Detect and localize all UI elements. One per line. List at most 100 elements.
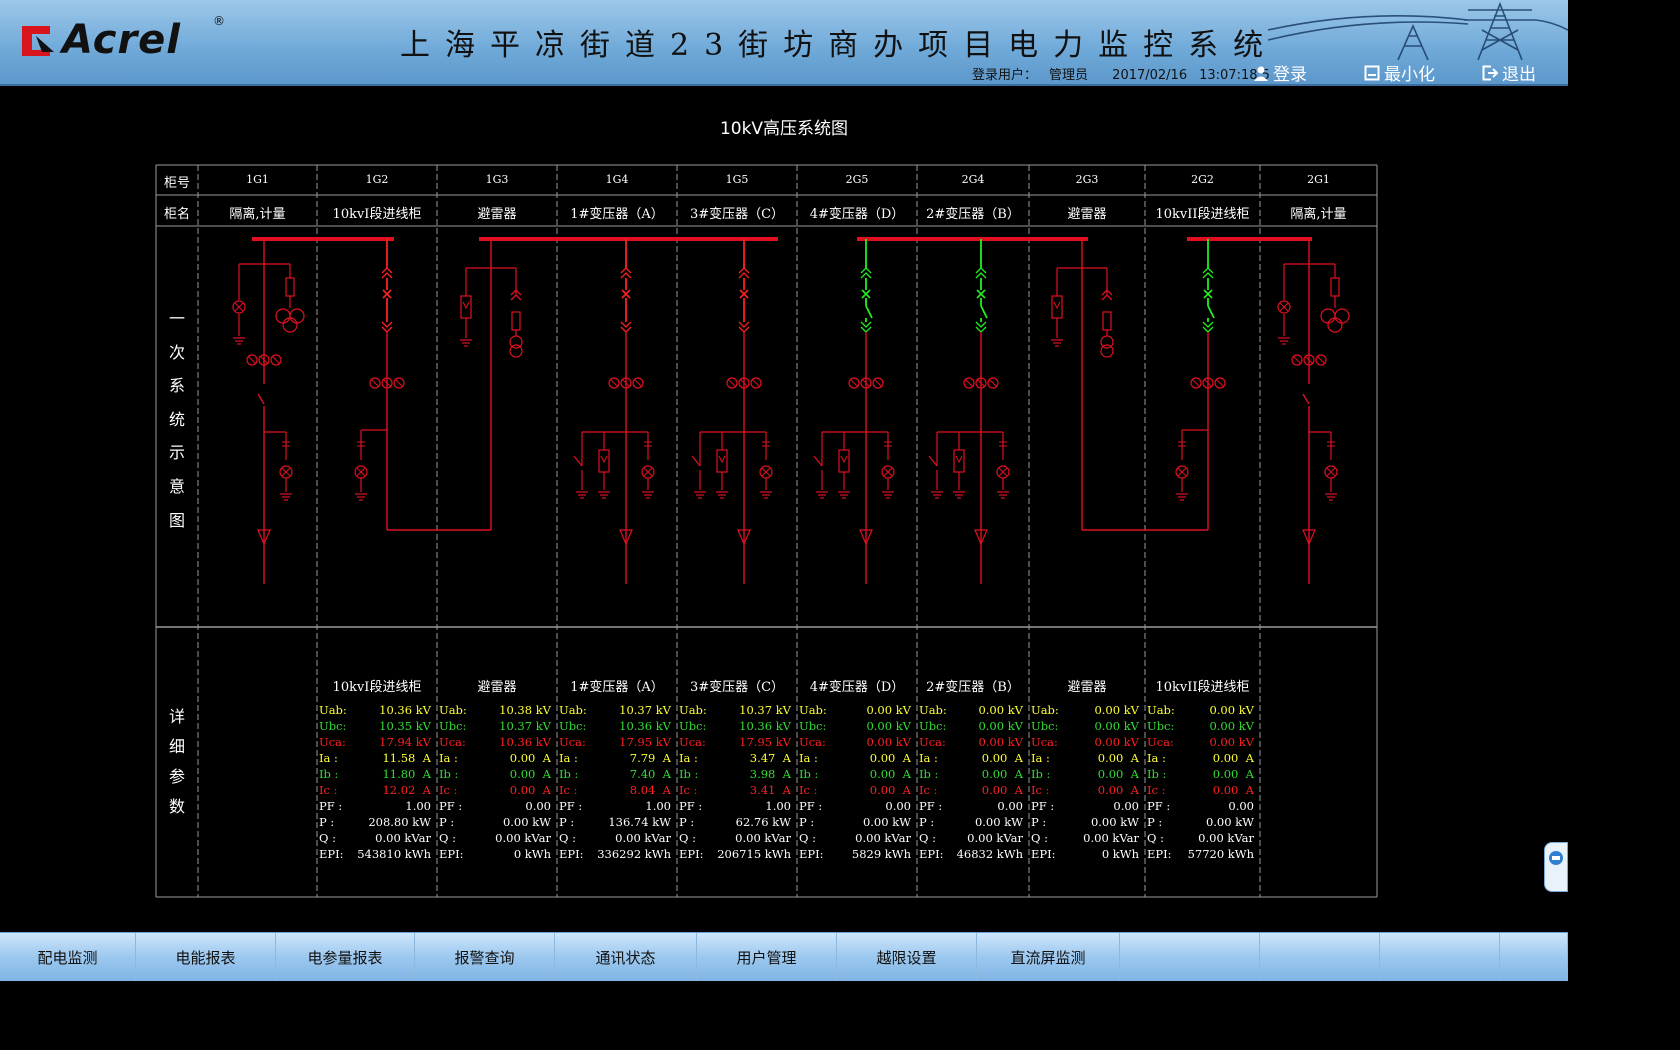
cabinet-id: 1G3 <box>485 173 509 186</box>
param-row: Q : 0.00 kVar <box>679 830 791 846</box>
nav-empty-slot <box>1380 933 1500 981</box>
voltage-transformer-symbol <box>275 308 291 324</box>
breaker-symbol <box>621 289 631 299</box>
surge-arrester-mark <box>955 455 963 464</box>
param-row: Uab: 10.38 kV <box>439 702 551 718</box>
param-block-title: 3#变压器（C） <box>689 680 785 695</box>
one-line-section-label: 一次系统示意图 <box>168 302 186 537</box>
fuse-symbol <box>285 277 295 297</box>
param-row: Ia : 0.00 A <box>799 750 911 766</box>
param-label: P : <box>439 815 455 829</box>
param-label: Uca: <box>559 735 586 749</box>
param-row: Ic : 8.04 A <box>559 782 671 798</box>
ct-mark <box>1316 355 1326 365</box>
nav-button-label: 直流屏监测 <box>1010 948 1086 967</box>
param-label: PF : <box>1031 799 1055 813</box>
param-value: 0.00 kV <box>1209 703 1254 717</box>
param-label: PF : <box>799 799 823 813</box>
cabinet-name: 10kvI段进线柜 <box>332 207 422 222</box>
param-row: EPI: 5829 kWh <box>799 846 911 862</box>
param-block-title: 2#变压器（B） <box>926 680 1020 695</box>
param-value: 0.00 kW <box>1090 815 1139 829</box>
nav-button[interactable]: 越限设置 <box>837 933 977 981</box>
param-label: Uab: <box>439 703 467 717</box>
param-value: 10.38 kV <box>499 703 551 717</box>
nav-empty-slot <box>1500 933 1568 981</box>
param-label: Ib : <box>919 767 939 781</box>
nav-button[interactable]: 通讯状态 <box>555 933 697 981</box>
param-label: Q : <box>439 831 456 845</box>
cabinet-name: 4#变压器（D） <box>809 207 905 222</box>
param-value: 0.00 A <box>869 751 911 765</box>
earth-switch-blade <box>691 455 701 467</box>
section-char: 示 <box>168 443 185 463</box>
param-value: 0.00 kV <box>978 719 1023 733</box>
param-value: 0.00 <box>1113 799 1139 813</box>
param-row: Uab: 0.00 kV <box>1031 702 1139 718</box>
nav-button-label: 通讯状态 <box>595 948 656 967</box>
param-row: Ic : 0.00 A <box>919 782 1023 798</box>
param-label: Ib : <box>679 767 699 781</box>
param-row: EPI: 543810 kWh <box>319 846 431 862</box>
plug-in-contact-symbol <box>381 267 393 279</box>
param-label: Q : <box>679 831 696 845</box>
param-row: Ubc: 0.00 kV <box>919 718 1023 734</box>
param-value: 0.00 A <box>1212 767 1254 781</box>
cabinet-name: 隔离,计量 <box>229 207 286 222</box>
plug-in-contact-symbol <box>1202 267 1214 279</box>
param-block-title: 10kvI段进线柜 <box>332 680 422 695</box>
ct-mark <box>988 378 998 388</box>
param-block: Uab: 10.37 kV Ubc: 10.36 kV Uca: 17.95 kV Ia :… <box>559 702 671 862</box>
ct-mark <box>1292 355 1302 365</box>
param-label: Q : <box>559 831 576 845</box>
nav-button[interactable]: 配电监测 <box>0 933 136 981</box>
param-row: Ib : 0.00 A <box>1147 766 1254 782</box>
param-label: Ic : <box>919 783 938 797</box>
param-value: 10.36 kV <box>619 719 671 733</box>
param-row: P : 0.00 kW <box>439 814 551 830</box>
row-label-cabinet-id: 柜号 <box>163 176 190 191</box>
param-row: Uab: 0.00 kV <box>799 702 911 718</box>
chat-side-tab[interactable] <box>1544 842 1568 892</box>
param-value: 62.76 kW <box>735 815 791 829</box>
param-label: Q : <box>799 831 816 845</box>
cabinet-id: 2G5 <box>845 173 869 186</box>
ct-mark <box>247 355 257 365</box>
param-label: Ia : <box>1147 751 1166 765</box>
param-block-title: 10kvII段进线柜 <box>1155 680 1250 695</box>
nav-button[interactable]: 直流屏监测 <box>977 933 1120 981</box>
detail-section-label: 详细参数 <box>168 702 186 822</box>
param-value: 0.00 kV <box>978 735 1023 749</box>
param-row: Ic : 3.41 A <box>679 782 791 798</box>
param-label: Uab: <box>319 703 347 717</box>
nav-button[interactable]: 用户管理 <box>697 933 837 981</box>
param-label: PF : <box>559 799 583 813</box>
param-value: 0.00 A <box>869 767 911 781</box>
nav-button[interactable]: 报警查询 <box>415 933 555 981</box>
nav-button[interactable]: 电能报表 <box>136 933 276 981</box>
param-row: PF : 1.00 <box>679 798 791 814</box>
param-label: Uca: <box>319 735 346 749</box>
param-value: 0.00 A <box>1097 783 1139 797</box>
param-label: Ia : <box>799 751 818 765</box>
param-label: Uca: <box>679 735 706 749</box>
param-label: P : <box>679 815 695 829</box>
param-value: 0.00 kV <box>1094 703 1139 717</box>
param-value: 8.04 A <box>629 783 671 797</box>
param-row: PF : 1.00 <box>559 798 671 814</box>
param-value: 10.37 kV <box>499 719 551 733</box>
ct-mark <box>1191 378 1201 388</box>
param-value: 0.00 <box>1228 799 1254 813</box>
section-char: 统 <box>168 409 185 429</box>
nav-button[interactable]: 电参量报表 <box>276 933 415 981</box>
nav-button-label: 电能报表 <box>175 948 236 967</box>
ct-mark <box>609 378 619 388</box>
param-label: Ic : <box>679 783 698 797</box>
param-row: Ic : 0.00 A <box>439 782 551 798</box>
param-label: Ia : <box>1031 751 1050 765</box>
param-label: Ic : <box>799 783 818 797</box>
param-row: Ubc: 10.36 kV <box>559 718 671 734</box>
param-label: Ib : <box>559 767 579 781</box>
param-row: Ic : 0.00 A <box>1147 782 1254 798</box>
param-label: Uca: <box>1031 735 1058 749</box>
